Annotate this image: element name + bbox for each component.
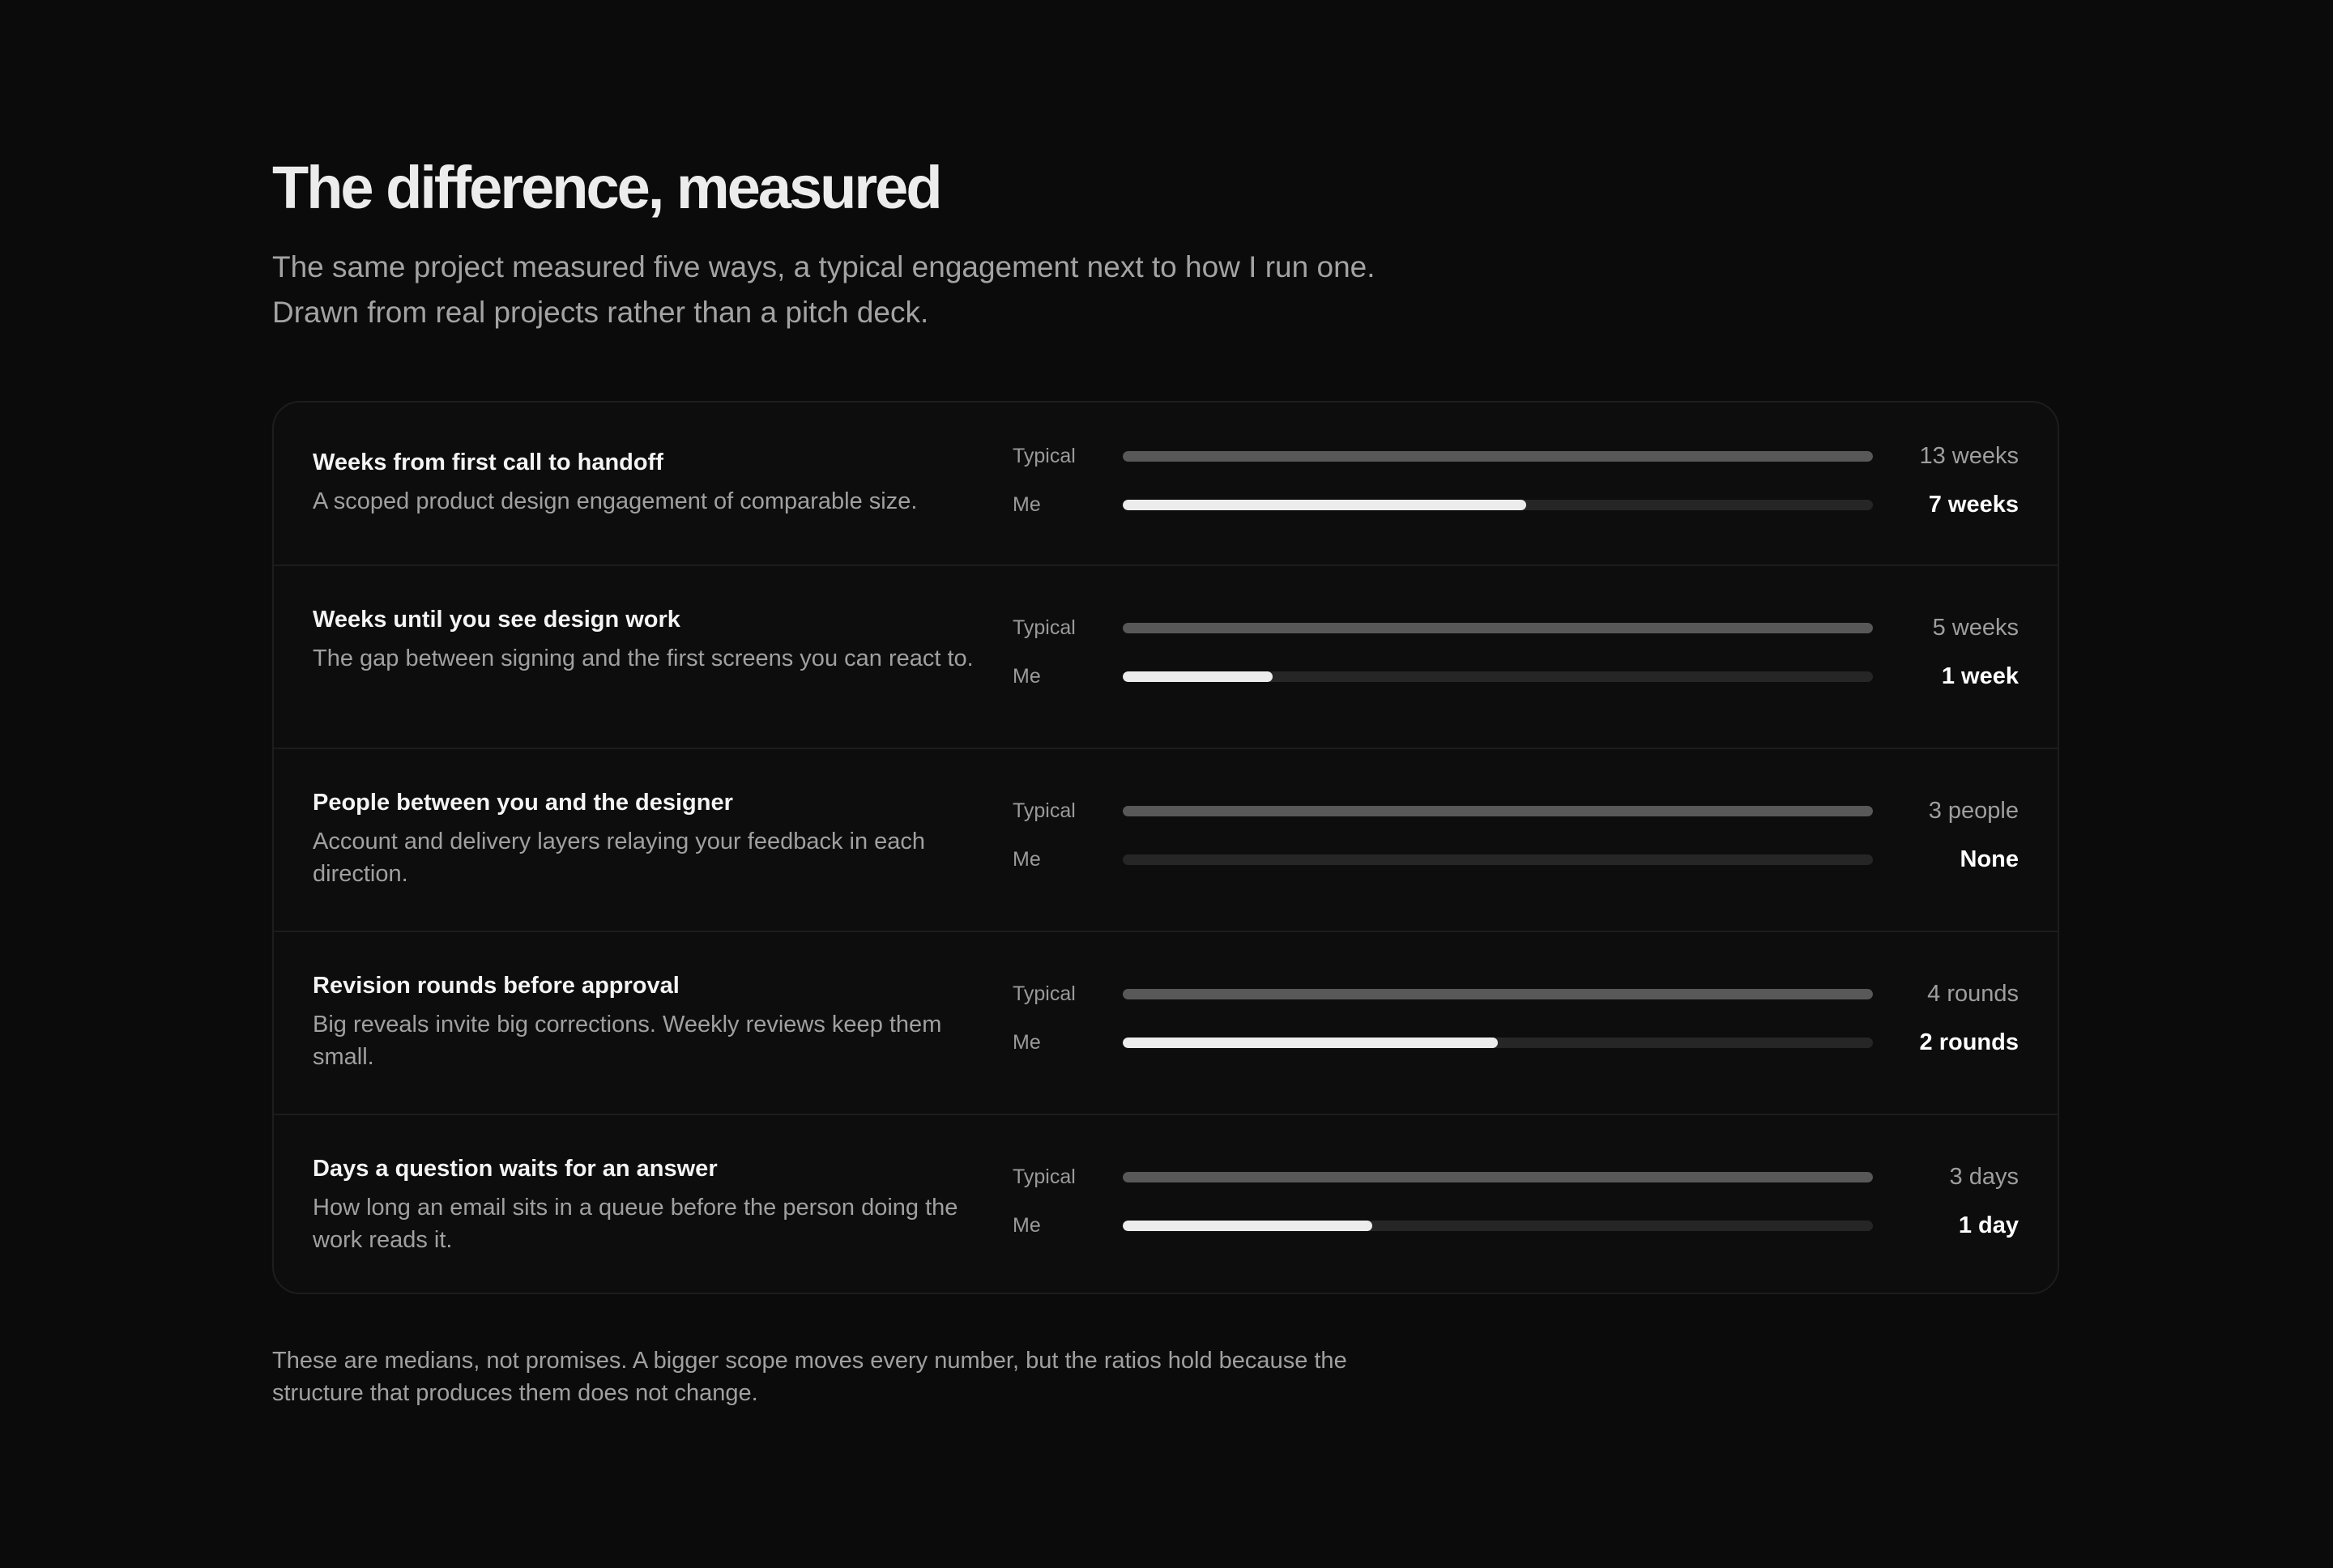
me-value: 1 week (1941, 663, 2019, 689)
me-track (1123, 1038, 1873, 1048)
typical-label: Typical (1013, 799, 1076, 822)
typical-bar-line: Typical 3 days (274, 1161, 2058, 1193)
footnote: These are medians, not promises. A bigge… (272, 1348, 1347, 1406)
comparison-row: People between you and the designer Acco… (274, 748, 2058, 931)
comparison-row: Weeks from first call to handoff A scope… (274, 403, 2058, 565)
page-subtitle: The same project measured five ways, a t… (272, 250, 1375, 329)
typical-value: 13 weeks (1919, 443, 2019, 469)
typical-value: 4 rounds (1927, 981, 2019, 1007)
me-label: Me (1013, 848, 1041, 871)
typical-value: 3 days (1949, 1164, 2019, 1190)
me-label: Me (1013, 1214, 1041, 1237)
comparison-row: Revision rounds before approval Big reve… (274, 931, 2058, 1114)
typical-value: 3 people (1928, 798, 2019, 824)
typical-track (1123, 1172, 1873, 1182)
me-bar (1123, 500, 1527, 510)
typical-value: 5 weeks (1932, 615, 2019, 641)
comparison-row: Days a question waits for an answer How … (274, 1114, 2058, 1293)
typical-track (1123, 623, 1873, 633)
me-bar-line: Me 1 day (274, 1209, 2058, 1242)
typical-bar (1123, 1172, 1873, 1182)
typical-label: Typical (1013, 982, 1076, 1005)
me-value: 1 day (1958, 1212, 2019, 1238)
me-label: Me (1013, 1031, 1041, 1054)
typical-track (1123, 451, 1873, 462)
typical-bar (1123, 989, 1873, 999)
me-track (1123, 854, 1873, 865)
typical-bar-line: Typical 5 weeks (274, 611, 2058, 644)
me-label: Me (1013, 665, 1041, 688)
typical-label: Typical (1013, 445, 1076, 467)
comparison-row: Weeks until you see design work The gap … (274, 565, 2058, 748)
me-bar-line: Me 1 week (274, 660, 2058, 692)
me-label: Me (1013, 493, 1041, 516)
typical-label: Typical (1013, 1165, 1076, 1188)
me-value: 7 weeks (1928, 492, 2019, 518)
me-track (1123, 671, 1873, 682)
me-bar (1123, 1221, 1373, 1231)
typical-track (1123, 989, 1873, 999)
typical-label: Typical (1013, 616, 1076, 639)
typical-bar-line: Typical 13 weeks (274, 440, 2058, 472)
page-title: The difference, measured (272, 154, 943, 221)
me-track (1123, 500, 1873, 510)
typical-bar (1123, 451, 1873, 462)
me-value: 2 rounds (1919, 1029, 2019, 1055)
me-bar (1123, 671, 1273, 682)
me-bar-line: Me 2 rounds (274, 1026, 2058, 1059)
me-bar-line: Me None (274, 843, 2058, 876)
typical-bar (1123, 623, 1873, 633)
typical-bar (1123, 806, 1873, 816)
typical-bar-line: Typical 3 people (274, 795, 2058, 827)
me-bar (1123, 1038, 1498, 1048)
me-value: None (1960, 846, 2020, 872)
me-track (1123, 1221, 1873, 1231)
typical-bar-line: Typical 4 rounds (274, 978, 2058, 1010)
typical-track (1123, 806, 1873, 816)
comparison-card: Weeks from first call to handoff A scope… (272, 401, 2059, 1294)
me-bar-line: Me 7 weeks (274, 488, 2058, 521)
